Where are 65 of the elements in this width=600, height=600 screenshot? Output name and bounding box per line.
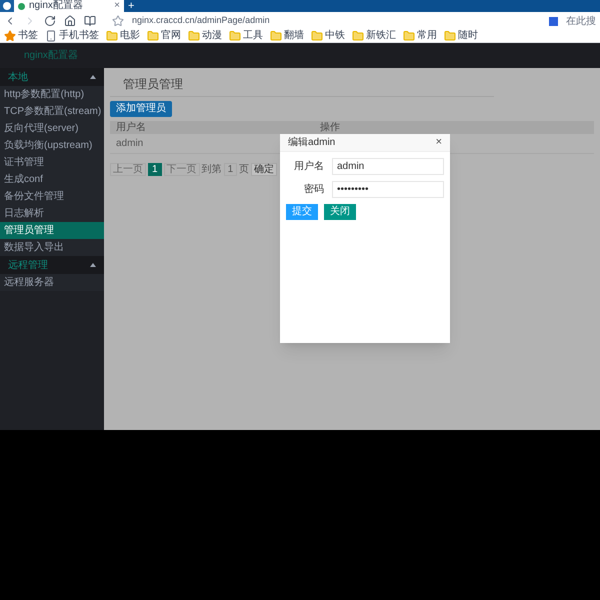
browser-tab[interactable]: nginx配置器 × (14, 0, 124, 12)
bookmark-link[interactable]: 中铁 (325, 31, 345, 41)
bookmark-link[interactable]: 新铁汇 (366, 31, 396, 41)
bookmark-link[interactable]: 常用 (417, 31, 437, 41)
close-button[interactable]: × (436, 134, 442, 151)
field-label: 密码 (303, 182, 325, 197)
search-field[interactable]: 在此搜 (566, 14, 596, 28)
new-tab-button[interactable]: + (124, 0, 138, 12)
sidebar-group[interactable]: 远程管理 (0, 256, 104, 274)
column-header: 操作 (320, 121, 340, 134)
phone-icon (45, 30, 57, 42)
field-label: 用户名 (293, 160, 325, 174)
favorite-icon[interactable] (112, 15, 124, 27)
sidebar-item[interactable]: http参数配置(http) (0, 86, 104, 103)
bookmark-link[interactable]: 动漫 (202, 31, 222, 41)
folder-icon (444, 30, 456, 42)
reload-icon[interactable] (44, 15, 56, 27)
folder-icon (106, 30, 118, 42)
folder-icon (188, 30, 200, 42)
bookmark-link[interactable]: 电影 (120, 31, 140, 41)
sidebar-group[interactable]: 本地 (0, 68, 104, 86)
dialog-title: 编辑admin (288, 136, 336, 150)
folder-icon (270, 30, 282, 42)
folder-icon (352, 30, 364, 42)
app-title: nginx配置器 (24, 48, 78, 63)
reader-icon[interactable] (84, 15, 96, 27)
page-suffix: 页 (239, 163, 250, 177)
folder-icon (311, 30, 323, 42)
bookmark-link[interactable]: 随时 (458, 31, 478, 41)
tab-title: nginx配置器 (29, 1, 84, 11)
sidebar-item[interactable]: 备份文件管理 (0, 188, 104, 205)
home-icon[interactable] (64, 15, 76, 27)
bookmark-link[interactable]: 工具 (243, 31, 263, 41)
sidebar-item[interactable]: 证书管理 (0, 154, 104, 171)
bookmark-link[interactable]: 手机书签 (59, 31, 99, 41)
sidebar-item[interactable]: 反向代理(server) (0, 120, 104, 137)
page-button[interactable]: 1 (148, 163, 162, 176)
sidebar-item[interactable]: 远程服务器 (0, 274, 104, 291)
bookmark-link[interactable]: 书签 (18, 31, 38, 41)
sidebar-item[interactable]: 日志解析 (0, 205, 104, 222)
page-title: 管理员管理 (123, 76, 183, 92)
bookmark-link[interactable]: 翻墙 (284, 31, 304, 41)
folder-icon (147, 30, 159, 42)
tab-close[interactable]: × (114, 1, 120, 11)
sidebar-item[interactable]: TCP参数配置(stream) (0, 103, 104, 120)
bookmark-link[interactable]: 官网 (161, 31, 181, 41)
page-number-field[interactable]: 1 (224, 163, 238, 176)
sidebar-item[interactable]: 数据导入导出 (0, 239, 104, 256)
close-dialog-button[interactable]: 关闭 (324, 204, 356, 220)
folder-icon (403, 30, 415, 42)
folder-icon (229, 30, 241, 42)
confirm-button[interactable]: 确定 (251, 163, 278, 176)
add-admin-button[interactable]: 添加管理员 (110, 101, 172, 117)
site-icon (18, 2, 25, 10)
url-field[interactable]: nginx.craccd.cn/adminPage/admin (132, 14, 541, 28)
sidebar-item[interactable]: 管理员管理 (0, 222, 104, 239)
sidebar-item[interactable]: 生成conf (0, 171, 104, 188)
star-icon (4, 30, 16, 42)
search-engine-icon[interactable] (549, 16, 558, 26)
sidebar-item[interactable]: 负载均衡(upstream) (0, 137, 104, 154)
form-field[interactable]: admin (332, 158, 444, 175)
column-header: 用户名 (116, 121, 146, 134)
form-field[interactable]: ••••••••• (332, 181, 444, 198)
table-cell-text: admin (116, 137, 144, 151)
goto-label: 到第 (202, 163, 222, 177)
